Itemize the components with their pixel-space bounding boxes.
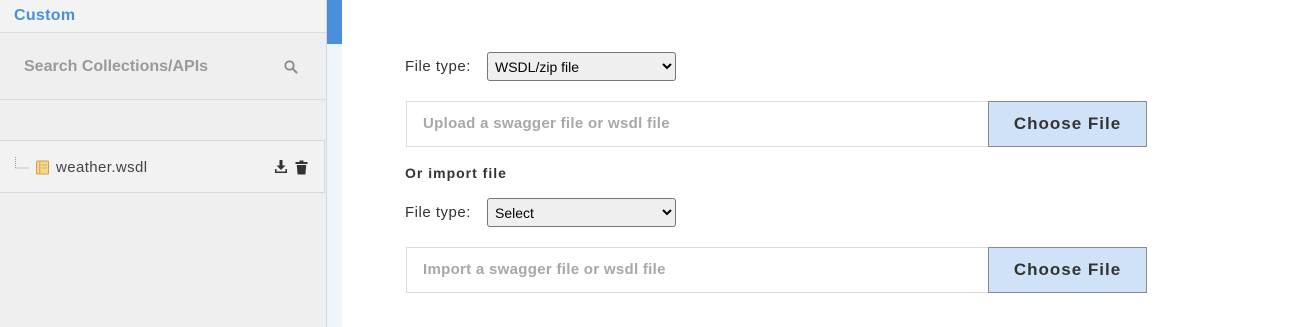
sidebar-title[interactable]: Custom xyxy=(14,7,75,25)
main-panel: File type: WSDL/zip file Upload a swagge… xyxy=(342,0,1311,327)
file-icon xyxy=(36,160,49,175)
import-file-type-label: File type: xyxy=(405,204,471,221)
panel-divider[interactable] xyxy=(327,0,342,327)
divider-handle[interactable] xyxy=(327,0,342,44)
download-icon[interactable] xyxy=(274,159,288,174)
search-input[interactable] xyxy=(22,55,266,79)
upload-file-type-select[interactable]: WSDL/zip file xyxy=(487,52,676,81)
upload-file-field[interactable]: Upload a swagger file or wsdl file Choos… xyxy=(406,101,1147,147)
tree-connector-icon xyxy=(15,157,29,169)
tree-item[interactable]: weather.wsdl xyxy=(0,140,325,193)
tree-item-label[interactable]: weather.wsdl xyxy=(56,159,148,176)
search-row xyxy=(0,33,326,100)
import-file-field[interactable]: Import a swagger file or wsdl file Choos… xyxy=(406,247,1147,293)
import-file-type-select[interactable]: Select xyxy=(487,198,676,227)
upload-file-type-label: File type: xyxy=(405,58,471,75)
upload-file-placeholder: Upload a swagger file or wsdl file xyxy=(423,115,670,132)
search-icon[interactable] xyxy=(283,59,299,75)
import-choose-file-button[interactable]: Choose File xyxy=(988,247,1147,293)
sidebar: Custom weather.wsdl xyxy=(0,0,327,327)
delete-icon[interactable] xyxy=(295,160,308,175)
import-section-heading: Or import file xyxy=(405,165,507,181)
upload-choose-file-button[interactable]: Choose File xyxy=(988,101,1147,147)
import-file-placeholder: Import a swagger file or wsdl file xyxy=(423,261,666,278)
sidebar-header: Custom xyxy=(0,0,326,33)
